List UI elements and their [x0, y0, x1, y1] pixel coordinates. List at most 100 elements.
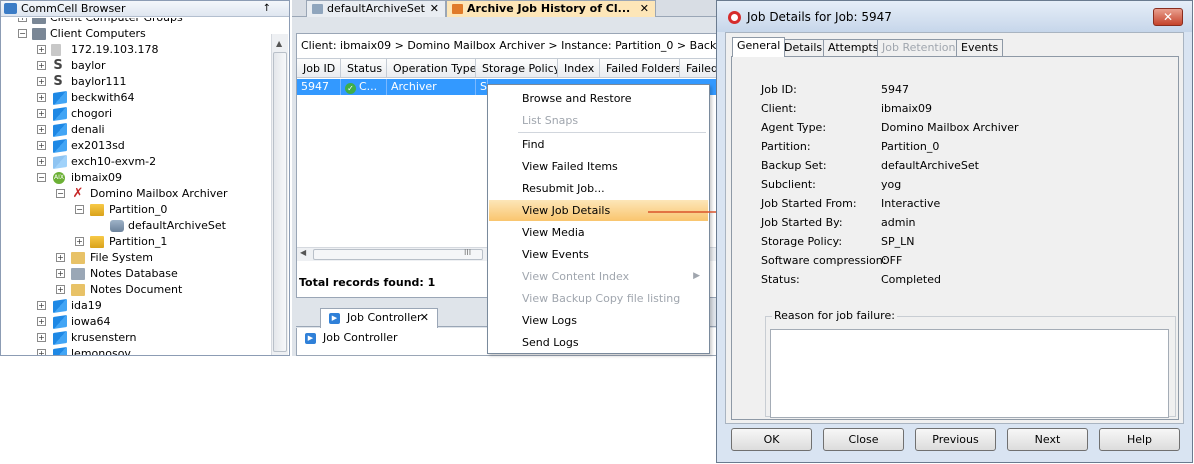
ok-button[interactable]: OK [731, 428, 812, 451]
expand-icon[interactable]: + [37, 349, 46, 355]
scroll-left-icon[interactable]: ◀ [300, 248, 306, 257]
collapse-icon[interactable]: − [18, 29, 27, 38]
job-started-from-value: Interactive [881, 197, 941, 210]
cell-operation-type: Archiver [387, 79, 476, 95]
help-button[interactable]: Help [1099, 428, 1180, 451]
close-icon[interactable]: ✕ [420, 309, 429, 327]
windows-client-icon [53, 331, 67, 345]
cell-status-text: C... [359, 80, 378, 93]
close-icon[interactable]: ✕ [640, 1, 649, 17]
windows-client-icon [53, 107, 67, 121]
expand-icon[interactable]: + [37, 109, 46, 118]
tree-vertical-scrollbar[interactable]: ▲ [271, 34, 288, 355]
browser-title: CommCell Browser [21, 2, 126, 15]
menu-item-view-content-index[interactable]: View Content Index ▶ [489, 266, 708, 287]
expand-icon[interactable]: + [37, 141, 46, 150]
menu-item-view-media[interactable]: View Media [489, 222, 708, 243]
job-details-dialog: Job Details for Job: 5947 ✕ General Deta… [716, 0, 1193, 463]
expand-icon[interactable]: + [37, 317, 46, 326]
expand-icon[interactable]: + [56, 269, 65, 278]
total-records-label: Total records found: 1 [299, 276, 436, 289]
agent-icon: ✗ [72, 186, 84, 201]
tab-events[interactable]: Events [956, 39, 1004, 56]
tab-archive-job-history[interactable]: Archive Job History of Cl... ✕ [446, 0, 656, 17]
expand-icon[interactable]: + [56, 285, 65, 294]
job-context-menu: Browse and Restore List Snaps Find View … [487, 84, 710, 354]
expand-icon[interactable]: + [37, 93, 46, 102]
menu-item-send-logs[interactable]: Send Logs [489, 332, 708, 353]
tree-node-label: chogori [71, 107, 113, 120]
tab-attempts[interactable]: Attempts [823, 39, 884, 56]
field-label: Job Started From: [761, 197, 857, 210]
pin-icon[interactable]: ↑ [263, 1, 271, 16]
expand-icon[interactable]: + [75, 237, 84, 246]
menu-item-list-snaps[interactable]: List Snaps [489, 110, 708, 131]
close-button[interactable]: Close [823, 428, 904, 451]
windows-client-icon [53, 139, 67, 153]
close-dialog-button[interactable]: ✕ [1153, 8, 1183, 26]
expand-icon[interactable]: + [37, 45, 46, 54]
tree-node-label: defaultArchiveSet [128, 219, 226, 232]
field-label: Job ID: [761, 83, 797, 96]
aix-client-icon: AIX [53, 172, 65, 184]
field-label: Partition: [761, 140, 811, 153]
backupset-icon [312, 4, 323, 14]
expand-icon[interactable]: + [37, 125, 46, 134]
column-header[interactable]: Index [558, 59, 600, 78]
completed-check-icon: ✓ [345, 83, 356, 94]
menu-item-find[interactable]: Find [489, 134, 708, 155]
column-header[interactable]: Storage Policy [476, 59, 558, 78]
scrollbar-thumb[interactable]: III [313, 248, 483, 260]
scroll-up-icon[interactable]: ▲ [276, 39, 282, 48]
content-tab-bar: defaultArchiveSet ✕ Archive Job History … [292, 0, 720, 17]
commcell-browser-panel: CommCell Browser ↑ + Client Computer Gro… [0, 0, 290, 356]
menu-item-view-logs[interactable]: View Logs [489, 310, 708, 331]
column-header[interactable]: Failed Folders [600, 59, 680, 78]
menu-item-browse-and-restore[interactable]: Browse and Restore [489, 88, 708, 109]
server-icon [51, 44, 61, 56]
collapse-icon[interactable]: − [75, 205, 84, 214]
linux-client-icon: S [53, 74, 63, 89]
expand-icon[interactable]: + [37, 77, 46, 86]
tab-general[interactable]: General [732, 37, 786, 57]
expand-icon[interactable]: + [56, 253, 65, 262]
reason-for-failure-group: Reason for job failure: [765, 309, 1176, 418]
windows-client-icon [53, 299, 67, 313]
field-label: Status: [761, 273, 800, 286]
tab-job-controller[interactable]: ▶ Job Controller ✕ [320, 308, 438, 328]
collapse-icon[interactable]: − [37, 173, 46, 182]
expand-icon[interactable]: + [37, 157, 46, 166]
column-header[interactable]: Job ID [297, 59, 341, 78]
tab-default-archive-set[interactable]: defaultArchiveSet ✕ [306, 0, 446, 17]
tree-node-label: Client Computers [50, 27, 146, 40]
client-group-icon [32, 18, 46, 24]
status-value: Completed [881, 273, 941, 286]
commcell-tree: + Client Computer Groups − Client Comput… [1, 18, 271, 355]
windows-client-icon [53, 155, 67, 169]
tree-node-label: baylor [71, 59, 106, 72]
expand-icon[interactable]: + [18, 18, 27, 22]
collapse-icon[interactable]: − [56, 189, 65, 198]
dialog-title-bar[interactable]: Job Details for Job: 5947 ✕ [717, 1, 1192, 32]
database-icon [71, 268, 85, 280]
expand-icon[interactable]: + [37, 301, 46, 310]
tab-job-retention[interactable]: Job Retention [877, 39, 961, 56]
commcell-browser-icon [4, 3, 17, 14]
tab-details[interactable]: Details [779, 39, 828, 56]
column-header[interactable]: Operation Type [387, 59, 476, 78]
column-header[interactable]: Status [341, 59, 387, 78]
scrollbar-thumb[interactable] [273, 52, 287, 352]
windows-client-icon [53, 123, 67, 137]
previous-button[interactable]: Previous [915, 428, 996, 451]
expand-icon[interactable]: + [37, 333, 46, 342]
next-button[interactable]: Next [1007, 428, 1088, 451]
reason-for-failure-textbox[interactable] [770, 329, 1169, 418]
expand-icon[interactable]: + [37, 61, 46, 70]
linux-client-icon: S [53, 58, 63, 73]
menu-item-view-backup-copy-file-listing[interactable]: View Backup Copy file listing [489, 288, 708, 309]
menu-item-resubmit-job[interactable]: Resubmit Job... [489, 178, 708, 199]
close-icon[interactable]: ✕ [430, 1, 439, 17]
menu-item-view-failed-items[interactable]: View Failed Items [489, 156, 708, 177]
menu-item-view-events[interactable]: View Events [489, 244, 708, 265]
column-header[interactable]: Failed [680, 59, 721, 78]
